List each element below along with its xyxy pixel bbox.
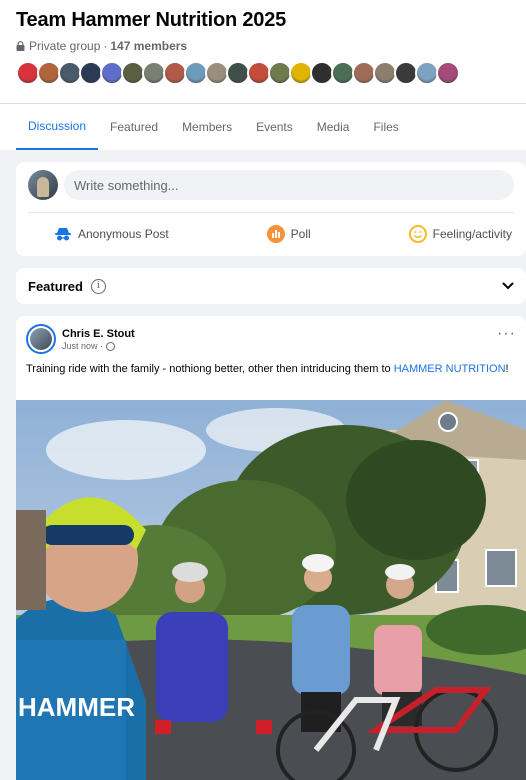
post-link[interactable]: HAMMER NUTRITION bbox=[394, 363, 506, 375]
write-something-input[interactable]: Write something... bbox=[64, 170, 514, 200]
group-title[interactable]: Team Hammer Nutrition 2025 bbox=[16, 8, 510, 32]
chevron-down-icon[interactable] bbox=[502, 282, 514, 290]
post-time-label[interactable]: Just now · bbox=[62, 341, 103, 351]
privacy-label: Private group bbox=[29, 39, 101, 53]
anonymous-post-button[interactable]: Anonymous Post bbox=[54, 227, 169, 241]
post-body: Training ride with the family - nothiong… bbox=[26, 363, 394, 375]
member-count[interactable]: 147 members bbox=[110, 39, 187, 53]
poll-icon bbox=[266, 225, 285, 243]
tab-files[interactable]: Files bbox=[361, 104, 410, 150]
member-avatars[interactable] bbox=[16, 61, 510, 85]
avatar[interactable] bbox=[26, 324, 56, 354]
group-header: Team Hammer Nutrition 2025 Private group… bbox=[0, 0, 526, 150]
cyclists-photo: HAMMER bbox=[16, 400, 526, 780]
lock-icon bbox=[16, 41, 25, 51]
tab-members[interactable]: Members bbox=[170, 104, 244, 150]
featured-section[interactable]: Featured i bbox=[16, 268, 526, 304]
post-photo[interactable]: HAMMER bbox=[16, 400, 526, 780]
feeling-activity-label: Feeling/activity bbox=[432, 227, 512, 241]
post-timestamp: Just now · bbox=[62, 341, 135, 351]
post-text: Training ride with the family - nothiong… bbox=[16, 354, 526, 385]
jersey-text: HAMMER bbox=[18, 692, 135, 722]
feeling-activity-button[interactable]: Feeling/activity bbox=[408, 225, 512, 243]
tab-media[interactable]: Media bbox=[305, 104, 362, 150]
tab-discussion[interactable]: Discussion bbox=[16, 104, 99, 150]
member-avatar[interactable] bbox=[436, 61, 460, 85]
post-body-end: ! bbox=[505, 363, 509, 375]
group-meta: Private group · 147 members bbox=[16, 39, 510, 53]
tab-events[interactable]: Events bbox=[244, 104, 305, 150]
poll-button[interactable]: Poll bbox=[266, 225, 311, 243]
anonymous-post-label: Anonymous Post bbox=[78, 227, 169, 241]
featured-label: Featured bbox=[28, 278, 83, 294]
post-card: Chris E. Stout Just now · ··· Training r… bbox=[16, 316, 526, 780]
post-author[interactable]: Chris E. Stout bbox=[62, 327, 135, 341]
more-options-icon[interactable]: ··· bbox=[497, 325, 516, 353]
tab-featured[interactable]: Featured bbox=[98, 104, 170, 150]
meta-separator: · bbox=[103, 39, 108, 53]
post-composer: Write something... Anonymous Post Poll F… bbox=[16, 162, 526, 256]
avatar[interactable] bbox=[28, 170, 58, 200]
smiley-icon bbox=[408, 225, 427, 243]
composer-actions: Anonymous Post Poll Feeling/activity bbox=[16, 213, 526, 255]
globe-icon bbox=[106, 341, 116, 351]
poll-label: Poll bbox=[290, 227, 311, 241]
group-tabs: Discussion Featured Members Events Media File… bbox=[0, 103, 526, 150]
info-icon[interactable]: i bbox=[90, 278, 106, 294]
anonymous-icon bbox=[55, 228, 71, 241]
